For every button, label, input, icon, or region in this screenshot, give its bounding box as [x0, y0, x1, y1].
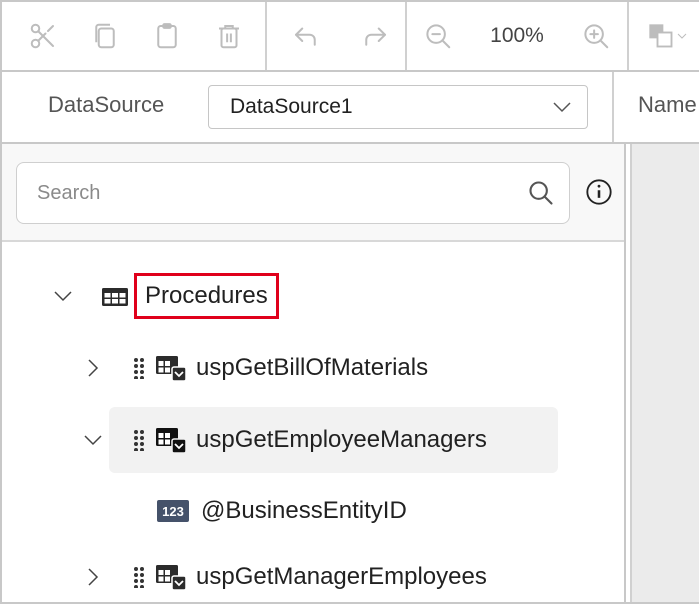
tree-item-label: uspGetManagerEmployees	[196, 563, 487, 590]
stored-procedure-icon	[156, 565, 187, 591]
parameter-label: @BusinessEntityID	[201, 497, 407, 524]
drag-handle-icon[interactable]	[132, 429, 146, 451]
expand-toggle[interactable]	[80, 355, 106, 381]
toolbar: 100%	[2, 2, 699, 72]
design-surface	[630, 144, 699, 602]
zoom-out-button[interactable]	[407, 2, 469, 70]
chevron-down-icon	[677, 33, 687, 39]
chevron-down-icon	[84, 435, 102, 446]
drag-handle-icon[interactable]	[132, 566, 146, 588]
copy-icon	[95, 23, 115, 49]
trash-icon	[219, 25, 239, 49]
highlight-box: Procedures	[134, 273, 279, 319]
report-designer-frame: 100% DataSource DataSource1 Name Search …	[0, 0, 699, 604]
collapse-toggle[interactable]	[80, 427, 106, 453]
stored-procedure-icon	[156, 356, 187, 382]
datasource-label: DataSource	[48, 92, 165, 117]
tree-item-label: uspGetBillOfMaterials	[196, 354, 429, 381]
tree-item[interactable]: uspGetManagerEmployees	[80, 552, 487, 602]
properties-row: DataSource DataSource1 Name	[2, 72, 699, 144]
drag-handle-icon[interactable]	[132, 357, 146, 379]
bring-forward-icon	[649, 24, 673, 48]
datasource-select[interactable]: DataSource1	[208, 85, 588, 129]
cut-button[interactable]	[12, 2, 74, 70]
history-group	[267, 2, 407, 70]
divider	[612, 72, 614, 142]
info-icon[interactable]	[585, 178, 613, 206]
tree-parameter[interactable]: 123 @BusinessEntityID	[157, 486, 407, 536]
zoom-out-icon	[426, 24, 451, 49]
chevron-down-icon	[54, 291, 72, 302]
undo-button[interactable]	[275, 2, 336, 70]
chevron-right-icon	[88, 568, 99, 586]
zoom-in-button[interactable]	[565, 2, 627, 70]
tree-item-label: uspGetEmployeeManagers	[196, 426, 487, 453]
edit-group	[2, 2, 267, 70]
clipboard-icon	[157, 23, 177, 49]
chevron-right-icon	[88, 359, 99, 377]
tree-item-selected[interactable]: uspGetEmployeeManagers	[80, 415, 487, 465]
table-icon	[102, 288, 128, 306]
zoom-in-icon	[584, 24, 609, 49]
tree-item[interactable]: uspGetBillOfMaterials	[80, 343, 428, 393]
datasource-value: DataSource1	[230, 95, 353, 118]
numeric-type-icon: 123	[157, 500, 189, 522]
delete-button[interactable]	[198, 2, 260, 70]
undo-icon	[294, 27, 316, 46]
arrange-group	[629, 2, 699, 70]
search-input[interactable]	[37, 177, 507, 209]
stored-procedure-icon	[156, 428, 187, 454]
tree-root-procedures[interactable]: Procedures	[50, 271, 279, 321]
arrange-dropdown-button[interactable]	[629, 2, 699, 70]
tree-root-label: Procedures	[145, 282, 268, 309]
chevron-down-icon	[553, 102, 571, 113]
copy-button[interactable]	[74, 2, 136, 70]
redo-button[interactable]	[344, 2, 405, 70]
zoom-group: 100%	[407, 2, 629, 70]
expand-toggle[interactable]	[80, 564, 106, 590]
search-icon[interactable]	[527, 179, 555, 207]
paste-button[interactable]	[136, 2, 198, 70]
name-label: Name	[638, 92, 697, 117]
redo-icon	[364, 27, 386, 46]
collapse-toggle[interactable]	[50, 283, 76, 309]
zoom-level: 100%	[490, 24, 544, 47]
scissors-icon	[30, 23, 54, 49]
search-bar	[2, 144, 624, 242]
search-box	[16, 162, 570, 224]
